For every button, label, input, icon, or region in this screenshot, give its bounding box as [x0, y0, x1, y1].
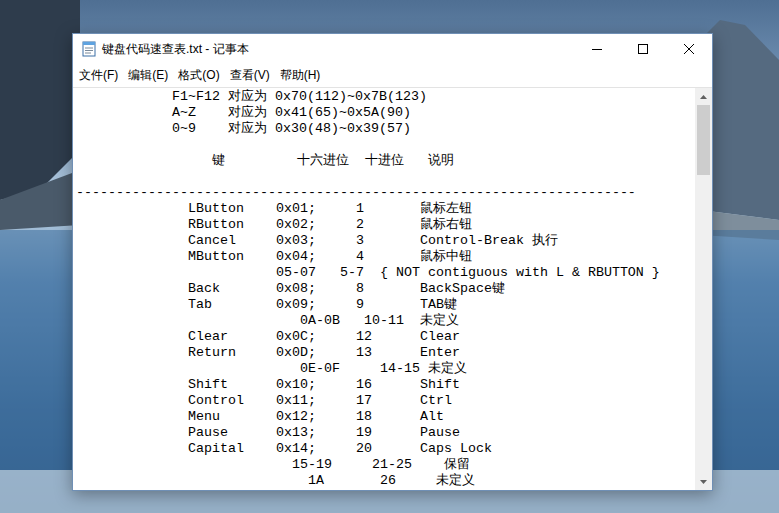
text-line: Menu 0x12; 18 Alt	[76, 409, 695, 425]
maximize-button[interactable]	[620, 34, 666, 64]
vertical-scrollbar[interactable]	[695, 88, 712, 490]
text-line: Control 0x11; 17 Ctrl	[76, 393, 695, 409]
scroll-up-button[interactable]	[695, 88, 712, 105]
text-line: Clear 0x0C; 12 Clear	[76, 329, 695, 345]
menu-bar: 文件(F)编辑(E)格式(O)查看(V)帮助(H)	[73, 64, 712, 85]
text-line: LButton 0x01; 1 鼠标左钮	[76, 201, 695, 217]
text-line: Shift 0x10; 16 Shift	[76, 377, 695, 393]
editor-area: F1~F12 对应为 0x70(112)~0x7B(123) A~Z 对应为 0…	[73, 87, 712, 490]
text-line: ----------------------------------------…	[76, 185, 695, 201]
maximize-icon	[638, 44, 648, 55]
text-line	[76, 137, 695, 153]
window-title: 键盘代码速查表.txt - 记事本	[102, 40, 249, 58]
text-line: 1A 26 未定义	[76, 473, 695, 489]
minimize-button[interactable]	[574, 34, 620, 64]
text-line: RButton 0x02; 2 鼠标右钮	[76, 217, 695, 233]
menu-item[interactable]: 格式(O)	[173, 66, 224, 84]
text-line: F1~F12 对应为 0x70(112)~0x7B(123)	[76, 89, 695, 105]
text-line: Back 0x08; 8 BackSpace键	[76, 281, 695, 297]
scroll-thumb[interactable]	[697, 105, 710, 175]
text-line: Capital 0x14; 20 Caps Lock	[76, 441, 695, 457]
scroll-down-button[interactable]	[695, 473, 712, 490]
text-line: 05-07 5-7 { NOT contiguous with L & RBUT…	[76, 265, 695, 281]
close-button[interactable]	[666, 34, 712, 64]
scroll-track[interactable]	[695, 105, 712, 473]
notepad-icon	[81, 41, 97, 57]
title-bar[interactable]: 键盘代码速查表.txt - 记事本	[73, 34, 712, 64]
menu-item[interactable]: 查看(V)	[225, 66, 275, 84]
menu-item[interactable]: 文件(F)	[74, 66, 123, 84]
text-line: Pause 0x13; 19 Pause	[76, 425, 695, 441]
menu-item[interactable]: 帮助(H)	[275, 66, 326, 84]
text-line: Tab 0x09; 9 TAB键	[76, 297, 695, 313]
text-line: 0A-0B 10-11 未定义	[76, 313, 695, 329]
text-line: MButton 0x04; 4 鼠标中钮	[76, 249, 695, 265]
text-area[interactable]: F1~F12 对应为 0x70(112)~0x7B(123) A~Z 对应为 0…	[73, 88, 695, 490]
text-line	[76, 169, 695, 185]
text-line: 0E-0F 14-15 未定义	[76, 361, 695, 377]
minimize-icon	[592, 44, 602, 55]
text-line: 0~9 对应为 0x30(48)~0x39(57)	[76, 121, 695, 137]
text-line: 15-19 21-25 保留	[76, 457, 695, 473]
menu-item[interactable]: 编辑(E)	[123, 66, 173, 84]
close-icon	[684, 44, 694, 55]
text-line: A~Z 对应为 0x41(65)~0x5A(90)	[76, 105, 695, 121]
up-arrow-icon	[700, 95, 707, 99]
text-line: Cancel 0x03; 3 Control-Break 执行	[76, 233, 695, 249]
text-line: 键 十六进位 十进位 说明	[76, 153, 695, 169]
notepad-window[interactable]: 键盘代码速查表.txt - 记事本 文件(F)编辑(E)格式(O)查看(V)帮助…	[72, 33, 713, 491]
desktop: 键盘代码速查表.txt - 记事本 文件(F)编辑(E)格式(O)查看(V)帮助…	[0, 0, 779, 513]
down-arrow-icon	[700, 480, 707, 484]
text-line: Return 0x0D; 13 Enter	[76, 345, 695, 361]
